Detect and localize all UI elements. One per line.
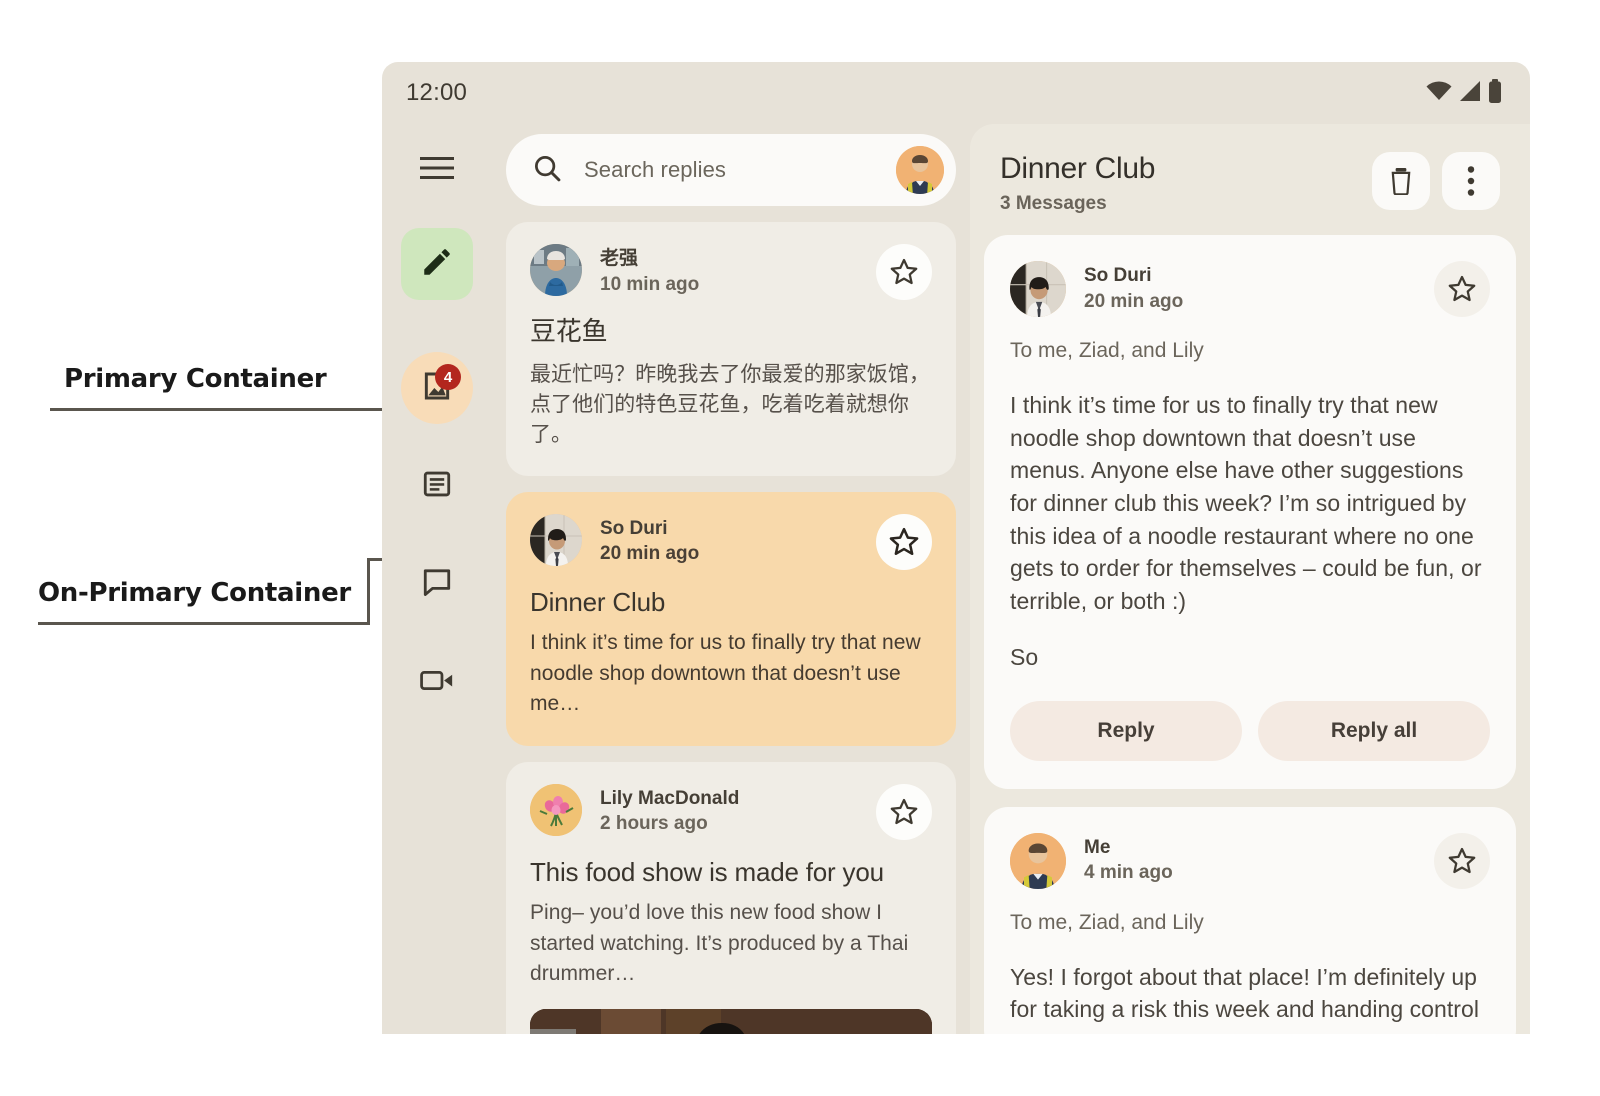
- message-list-pane: Search replies 老强 10 min ago 豆花鱼 最近忙吗？昨晚…: [492, 124, 970, 1034]
- status-time: 12:00: [406, 79, 468, 106]
- list-item-header: Lily MacDonald 2 hours ago: [530, 783, 932, 840]
- cellular-signal-icon: [1458, 80, 1482, 107]
- message-header: Me 4 min ago: [1010, 832, 1490, 889]
- message-sender: Me: [1084, 836, 1111, 858]
- reply-button[interactable]: Reply: [1010, 700, 1242, 761]
- message-body: I think it’s time for us to finally try …: [1010, 392, 1482, 614]
- message-recipients: To me, Ziad, and Lily: [1010, 910, 1204, 934]
- pencil-icon: [420, 245, 454, 284]
- list-item-timestamp: 2 hours ago: [600, 813, 708, 835]
- message-sender: So Duri: [1084, 265, 1152, 286]
- message-header: So Duri 20 min ago: [1010, 261, 1490, 317]
- navigation-rail: 4: [382, 124, 492, 1034]
- list-item[interactable]: 老强 10 min ago 豆花鱼 最近忙吗？昨晚我去了你最爱的那家饭馆，点了他…: [506, 222, 956, 476]
- nav-chat-button[interactable]: [401, 548, 473, 620]
- user-avatar[interactable]: [896, 146, 944, 194]
- star-button[interactable]: [1434, 261, 1490, 317]
- more-options-button[interactable]: [1442, 152, 1500, 210]
- compose-fab[interactable]: [401, 228, 473, 300]
- list-item-snippet: 最近忙吗？昨晚我去了你最爱的那家饭馆，点了他们的特色豆花鱼，吃着吃着就想你了。: [530, 361, 930, 447]
- list-item-meta: Lily MacDonald 2 hours ago: [600, 784, 858, 837]
- star-button[interactable]: [1434, 832, 1490, 889]
- message-timestamp: 4 min ago: [1084, 862, 1173, 884]
- nav-articles-button[interactable]: [401, 450, 473, 522]
- video-camera-icon: [420, 665, 454, 700]
- screenshot-root: Primary Container On-Primary Container 1…: [0, 0, 1600, 1096]
- leader-line-onprimary-vertical: [367, 558, 370, 624]
- message-timestamp: 20 min ago: [1084, 290, 1184, 312]
- message-signature: So: [1010, 643, 1039, 670]
- message-count: 3 Messages: [1000, 193, 1107, 214]
- list-item-selected[interactable]: So Duri 20 min ago Dinner Club I think i…: [506, 491, 956, 746]
- device-frame: 12:00 4 Search replies 老强 10 min ago 豆花鱼…: [382, 62, 1530, 1034]
- list-item-header: 老强 10 min ago: [530, 244, 932, 300]
- inbox-unread-badge: 4: [435, 364, 461, 390]
- message-card: Me 4 min ago To me, Ziad, and Lily Yes! …: [984, 806, 1516, 1034]
- list-item[interactable]: Lily MacDonald 2 hours ago This food sho…: [506, 761, 956, 1034]
- annotation-label-primary-container: Primary Container: [64, 364, 327, 394]
- wifi-icon: [1426, 80, 1452, 106]
- avatar: [1010, 261, 1066, 317]
- leader-line-onprimary-underline: [38, 622, 370, 625]
- battery-icon: [1488, 78, 1502, 108]
- list-item-snippet: Ping– you’d love this new food show I st…: [530, 901, 909, 985]
- page-title: Dinner Club: [1000, 152, 1156, 185]
- avatar: [530, 783, 582, 836]
- star-button[interactable]: [876, 244, 932, 300]
- list-item-meta: So Duri 20 min ago: [600, 514, 858, 567]
- list-item-meta: 老强 10 min ago: [600, 244, 858, 297]
- star-button[interactable]: [876, 783, 932, 840]
- message-card: So Duri 20 min ago To me, Ziad, and Lily…: [984, 235, 1516, 789]
- list-item-timestamp: 10 min ago: [600, 273, 700, 295]
- article-icon: [421, 468, 453, 505]
- search-bar[interactable]: Search replies: [506, 134, 956, 206]
- search-icon: [532, 153, 562, 188]
- message-detail-pane: Dinner Club 3 Messages So Duri 20 min ag…: [970, 124, 1530, 1034]
- nav-menu-button[interactable]: [401, 134, 473, 206]
- reply-actions: Reply Reply all: [1010, 700, 1490, 761]
- message-recipients: To me, Ziad, and Lily: [1010, 339, 1204, 362]
- leader-line-primary-underline: [50, 408, 388, 411]
- status-icon-group: [1426, 78, 1502, 108]
- search-input[interactable]: Search replies: [584, 157, 874, 183]
- nav-video-button[interactable]: [401, 646, 473, 718]
- avatar: [530, 244, 582, 296]
- list-item-subject: Dinner Club: [530, 586, 666, 617]
- list-item-subject: This food show is made for you: [530, 856, 884, 887]
- list-item-sender: Lily MacDonald: [600, 787, 740, 809]
- message-body: Yes! I forgot about that place! I’m defi…: [1010, 963, 1479, 1023]
- hamburger-menu-icon: [420, 156, 454, 185]
- list-item-thumbnail: [530, 1009, 932, 1034]
- detail-title-group: Dinner Club 3 Messages: [1000, 152, 1360, 215]
- message-meta: So Duri 20 min ago: [1084, 261, 1416, 314]
- message-meta: Me 4 min ago: [1084, 833, 1416, 886]
- delete-button[interactable]: [1372, 152, 1430, 210]
- list-item-snippet: I think it’s time for us to finally try …: [530, 631, 921, 716]
- list-item-sender: 老强: [600, 247, 639, 269]
- list-item-timestamp: 20 min ago: [600, 543, 700, 565]
- star-button[interactable]: [876, 513, 932, 570]
- avatar: [530, 513, 582, 566]
- avatar: [1010, 832, 1066, 889]
- reply-all-button[interactable]: Reply all: [1258, 700, 1490, 761]
- list-item-subject: 豆花鱼: [530, 317, 608, 347]
- status-bar: 12:00: [382, 62, 1530, 124]
- detail-header: Dinner Club 3 Messages: [984, 124, 1516, 235]
- list-item-sender: So Duri: [600, 517, 668, 539]
- nav-inbox-button[interactable]: 4: [401, 352, 473, 424]
- chat-bubble-icon: [421, 566, 453, 603]
- annotation-label-on-primary-container: On-Primary Container: [38, 578, 351, 608]
- list-item-header: So Duri 20 min ago: [530, 513, 932, 570]
